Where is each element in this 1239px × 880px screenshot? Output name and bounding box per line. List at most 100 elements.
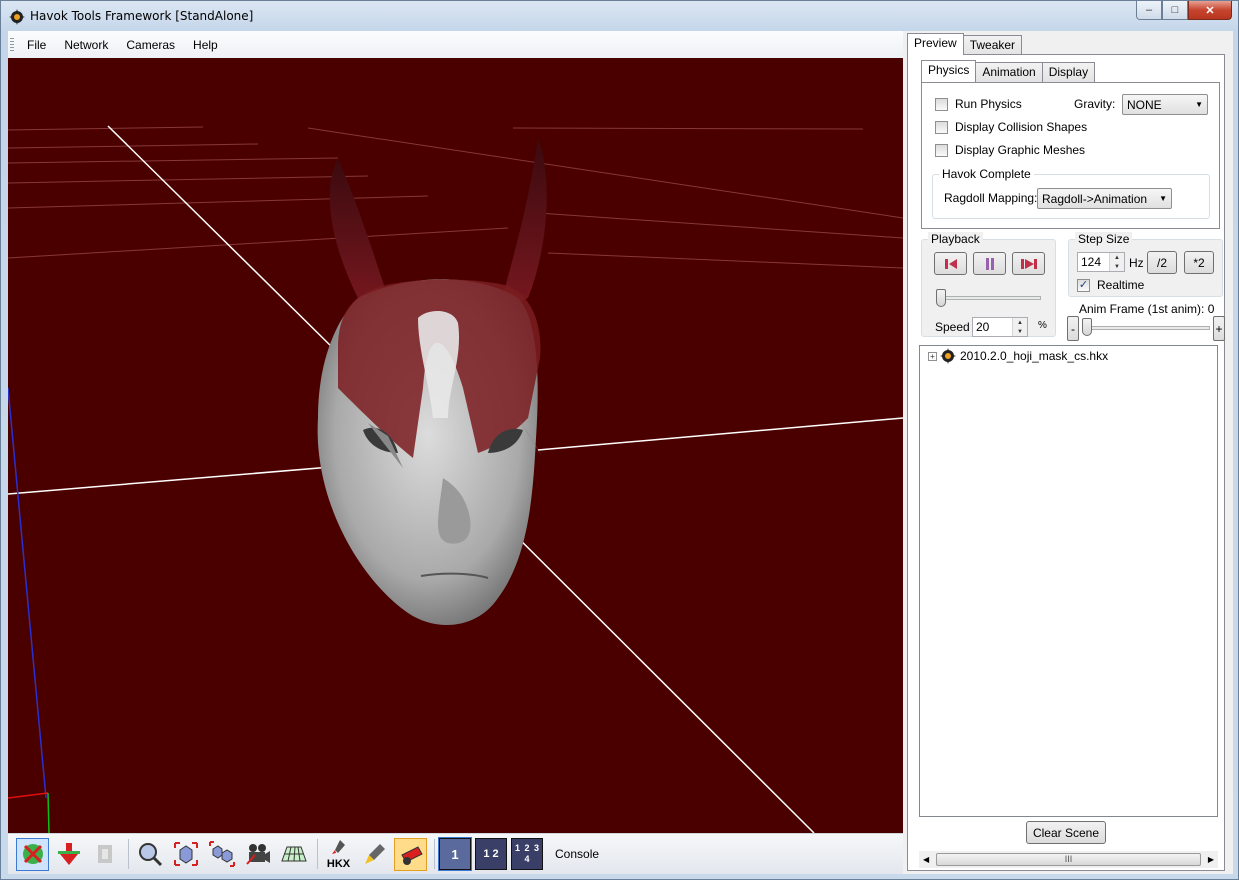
ragdoll-mapping-label: Ragdoll Mapping:	[944, 191, 1038, 205]
display-graphic-row[interactable]: Display Graphic Meshes	[935, 143, 1085, 157]
scrollbar-thumb[interactable]: III	[936, 853, 1201, 866]
gravity-arrow-icon[interactable]	[52, 838, 85, 871]
run-physics-row[interactable]: Run Physics	[935, 97, 1022, 111]
app-window: Havok Tools Framework [StandAlone] – □ ✕…	[0, 0, 1239, 880]
disabled-tool-icon[interactable]	[88, 838, 121, 871]
pause-button[interactable]	[973, 252, 1006, 275]
scroll-left-icon[interactable]: ◀	[923, 855, 929, 864]
playback-group: Playback Speed 20 ▲ ▼ %	[921, 232, 1056, 337]
anim-frame-label: Anim Frame (1st anim): 0	[1079, 302, 1215, 316]
hkx-rocket-icon[interactable]: HKX	[322, 838, 355, 871]
bottom-toolbar: HKX 1 1 2 1 2 3 4 Console	[8, 833, 903, 874]
display-collision-row[interactable]: Display Collision Shapes	[935, 120, 1087, 134]
menu-cameras[interactable]: Cameras	[117, 32, 184, 58]
display-graphic-checkbox[interactable]	[935, 143, 948, 157]
ragdoll-mapping-dropdown[interactable]: Ragdoll->Animation ▼	[1037, 188, 1172, 209]
speed-unit: %	[1038, 320, 1047, 331]
zoom-icon[interactable]	[133, 838, 166, 871]
realtime-checkbox[interactable]: ✓	[1077, 278, 1090, 292]
double-step-button[interactable]: *2	[1184, 251, 1214, 274]
tree-item[interactable]: + 2010.2.0_hoji_mask_cs.hkx	[928, 348, 1108, 364]
inner-tabs: Physics Animation Display	[921, 60, 1096, 82]
toolbar-separator	[128, 839, 129, 869]
maximize-button[interactable]: □	[1162, 1, 1188, 20]
chevron-down-icon: ▼	[1159, 194, 1167, 203]
step-size-unit: Hz	[1129, 256, 1144, 270]
havok-logo-icon	[9, 9, 25, 25]
grid-icon[interactable]	[277, 838, 310, 871]
console-button[interactable]: Console	[555, 847, 599, 861]
display-collision-label: Display Collision Shapes	[955, 120, 1088, 134]
halve-step-button[interactable]: /2	[1147, 251, 1177, 274]
step-size-group: Step Size 124 ▲ ▼ Hz /2 *2 ✓ Realtime	[1068, 232, 1223, 297]
menu-grip[interactable]	[10, 37, 14, 52]
gravity-label: Gravity:	[1074, 97, 1116, 111]
minimize-button[interactable]: –	[1136, 1, 1162, 20]
cannon-icon[interactable]	[394, 837, 427, 871]
tab-animation[interactable]: Animation	[975, 62, 1043, 82]
anim-frame-slider-thumb[interactable]	[1082, 318, 1092, 336]
tree-expander[interactable]: +	[928, 351, 937, 361]
menu-file[interactable]: File	[18, 32, 55, 58]
speed-value: 20	[976, 320, 990, 334]
realtime-label: Realtime	[1097, 278, 1145, 292]
rocket-icon[interactable]	[358, 838, 391, 871]
anim-frame-slider-track[interactable]	[1082, 326, 1210, 330]
step-forward-button[interactable]	[1012, 252, 1045, 275]
step-size-value: 124	[1081, 255, 1102, 269]
havok-file-icon	[940, 348, 956, 364]
single-view-icon[interactable]: 1	[438, 837, 472, 871]
playback-title: Playback	[928, 232, 983, 246]
realtime-row[interactable]: ✓ Realtime	[1077, 278, 1144, 292]
transform-gizmo-icon[interactable]	[16, 837, 49, 871]
horizontal-scrollbar[interactable]: ◀ III ▶	[919, 851, 1218, 868]
title-bar[interactable]: Havok Tools Framework [StandAlone] – □ ✕	[1, 1, 1238, 31]
tree-item-label: 2010.2.0_hoji_mask_cs.hkx	[960, 349, 1109, 363]
anim-frame-plus-button[interactable]: +	[1213, 316, 1225, 341]
gravity-dropdown[interactable]: NONE ▼	[1122, 94, 1208, 115]
four-view-icon[interactable]: 1 2 3 4	[511, 838, 543, 870]
frame-all-cubes-icon[interactable]	[205, 838, 238, 871]
speed-spinner[interactable]: ▲ ▼	[1012, 318, 1027, 336]
speed-label: Speed	[935, 320, 970, 334]
tab-physics[interactable]: Physics	[921, 60, 977, 82]
step-back-icon	[944, 258, 957, 269]
hkx-label: HKX	[326, 857, 351, 870]
scene-tree[interactable]: + 2010.2.0_hoji_mask_cs.hkx	[919, 345, 1218, 817]
havok-complete-group: Havok Complete Ragdoll Mapping: Ragdoll-…	[932, 167, 1210, 219]
scene-render	[8, 125, 903, 833]
caption-buttons: – □ ✕	[1136, 1, 1232, 21]
tab-preview[interactable]: Preview	[907, 33, 964, 55]
ragdoll-mapping-value: Ragdoll->Animation	[1042, 191, 1148, 206]
close-button[interactable]: ✕	[1188, 1, 1232, 20]
step-size-spinner[interactable]: ▲ ▼	[1109, 253, 1124, 271]
gravity-value: NONE	[1127, 97, 1162, 112]
frame-selected-cube-icon[interactable]	[169, 838, 202, 871]
client-area: File Network Cameras Help HKX 1 1 2 1 2 …	[8, 31, 1233, 874]
clear-scene-button[interactable]: Clear Scene	[1026, 821, 1106, 844]
pause-icon	[985, 257, 994, 270]
tab-display[interactable]: Display	[1041, 62, 1096, 82]
physics-tab-page: Run Physics Gravity: NONE ▼ Display Coll…	[921, 82, 1220, 229]
step-size-input[interactable]: 124 ▲ ▼	[1077, 252, 1125, 272]
playback-slider-track[interactable]	[936, 296, 1041, 300]
scroll-right-icon[interactable]: ▶	[1208, 855, 1214, 864]
toolbar-separator	[434, 839, 435, 869]
display-collision-checkbox[interactable]	[935, 120, 948, 134]
playback-slider-thumb[interactable]	[936, 289, 946, 307]
step-size-title: Step Size	[1075, 232, 1133, 246]
chevron-down-icon: ▼	[1195, 100, 1203, 109]
menu-network[interactable]: Network	[55, 32, 117, 58]
window-title: Havok Tools Framework [StandAlone]	[30, 9, 254, 23]
speed-input[interactable]: 20 ▲ ▼	[972, 317, 1028, 337]
anim-frame-minus-button[interactable]: -	[1067, 316, 1079, 341]
menu-help[interactable]: Help	[184, 32, 227, 58]
3d-viewport[interactable]	[8, 58, 903, 833]
right-panel: Preview Tweaker Physics Animation Displa…	[906, 31, 1233, 874]
two-view-icon[interactable]: 1 2	[475, 838, 507, 870]
mask-model	[317, 138, 547, 625]
camera-icon[interactable]	[241, 838, 274, 871]
run-physics-checkbox[interactable]	[935, 97, 948, 111]
tab-tweaker[interactable]: Tweaker	[962, 35, 1023, 55]
step-back-button[interactable]	[934, 252, 967, 275]
